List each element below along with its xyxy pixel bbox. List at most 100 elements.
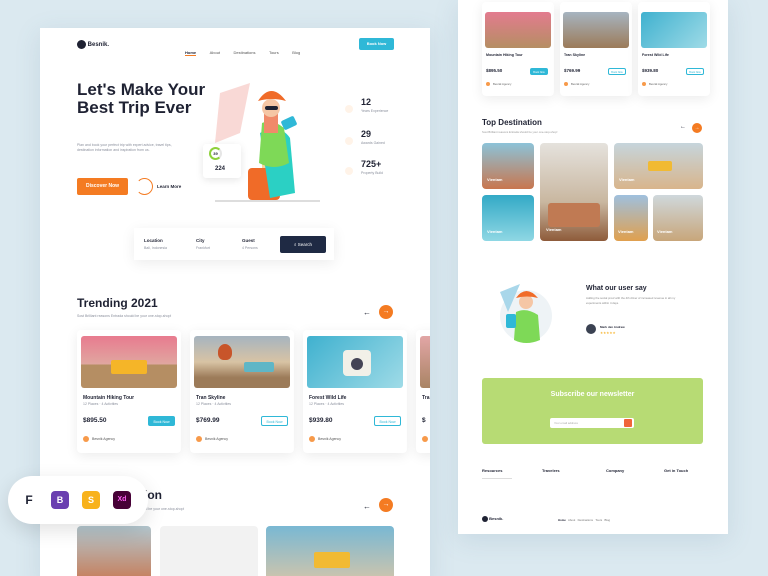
trip-name: Forest Wild Life <box>642 53 669 57</box>
top-destination-description: Sost Brilliant reasons Entrada should be… <box>482 130 558 134</box>
agency-avatar <box>564 82 568 87</box>
count-value: 224 <box>215 166 226 172</box>
trip-meta: 12 Places · 4 Activities <box>83 402 119 406</box>
destination-card[interactable]: Vientam <box>482 143 534 189</box>
award-icon <box>345 137 353 145</box>
testimonial-quote: Adding the social proof with the 4th dri… <box>586 296 676 305</box>
book-now-button[interactable]: Book Now <box>148 416 175 426</box>
trip-image <box>194 336 290 388</box>
footer-nav-blog[interactable]: Blog <box>605 518 611 522</box>
destination-card[interactable]: Vientam <box>614 143 703 189</box>
testimonial-author: Mark Jan Andrew <box>600 325 625 329</box>
agency-name: Besnik Agency <box>318 436 341 441</box>
destination-card[interactable]: Vientam <box>653 195 703 241</box>
guest-select[interactable]: 4 Persons <box>242 246 258 251</box>
footer-nav: Home About Destinations Tours Blog <box>558 518 610 522</box>
brand-name: Besnik. <box>87 42 110 49</box>
destination-image[interactable] <box>160 526 258 576</box>
footer-nav-about[interactable]: About <box>568 518 575 522</box>
footer-nav-destinations[interactable]: Destinations <box>578 518 593 522</box>
agency-avatar <box>642 82 646 87</box>
stat-years: 12 Years Experience <box>345 97 388 118</box>
book-now-button[interactable]: Book Now <box>359 38 394 50</box>
design-tools-badge: F B S Xd <box>8 476 148 524</box>
trip-card[interactable]: Mountain Hiking Tour 12 Places · 4 Activ… <box>77 330 181 453</box>
avatar <box>586 324 596 334</box>
logo-icon <box>482 516 488 522</box>
brand-logo[interactable]: Besnik. <box>77 40 109 49</box>
trip-card[interactable]: Tran Skyline $769.99 Book Now Besnik Age… <box>560 2 632 96</box>
logo-icon <box>77 40 86 49</box>
book-now-button[interactable]: Book Now <box>261 416 288 426</box>
trip-price: $895.50 <box>83 417 107 424</box>
nav-blog[interactable]: Blog <box>292 50 300 55</box>
play-icon[interactable] <box>136 178 153 195</box>
destination-card[interactable]: Vientam <box>482 195 534 241</box>
hero-description: Plan and book your perfect trip with exp… <box>77 143 172 152</box>
trip-name: Mountain Hiking Tour <box>486 53 523 57</box>
destination-name: Vientam <box>487 229 503 234</box>
trending-title: Trending 2021 <box>77 296 158 310</box>
footer-nav-tours[interactable]: Tours <box>595 518 602 522</box>
trending-description: Sost Brilliant reasons Entrada should be… <box>77 314 172 318</box>
location-select[interactable]: Bali, Indonesia <box>144 246 167 251</box>
search-button-label: Search <box>297 242 313 247</box>
trip-meta: 12 Places · 4 Activities <box>196 402 232 406</box>
agency: Besnik Agency <box>196 436 228 442</box>
agency: Besnik Agency <box>83 436 115 442</box>
hero-title: Let's Make Your Best Trip Ever <box>77 80 206 117</box>
destination-card[interactable]: Vientam <box>614 195 648 241</box>
destination-name: Vientam <box>546 227 562 232</box>
trip-image <box>420 336 430 388</box>
trip-card[interactable]: Tran Skyline 12 Places · 4 Activities $7… <box>190 330 294 453</box>
footer-nav-home[interactable]: Home <box>558 518 566 522</box>
arrow-right-icon[interactable]: → <box>379 498 393 512</box>
nav-home[interactable]: Home <box>185 50 197 56</box>
stat-value: 29 <box>361 129 372 139</box>
discover-now-button[interactable]: Discover Now <box>77 178 128 195</box>
book-now-button[interactable]: Book Now <box>374 416 401 426</box>
book-now-button[interactable]: Book Now <box>686 68 704 75</box>
destination-card[interactable]: Vientam <box>540 143 608 241</box>
arrow-right-icon[interactable]: → <box>379 305 393 319</box>
footer-heading: Get in Touch <box>664 468 689 473</box>
trip-card-partial[interactable]: Tra $ Be <box>416 330 430 453</box>
city-select[interactable]: Frankfurt <box>196 246 210 251</box>
trip-card[interactable]: Forest Wild Life 12 Places · 4 Activitie… <box>303 330 407 453</box>
agency-name: Besnik Agency <box>649 82 668 86</box>
arrow-left-icon[interactable]: ← <box>363 502 371 511</box>
arrow-left-icon[interactable]: ← <box>680 124 686 130</box>
nav-destinations[interactable]: Destinations <box>233 50 255 55</box>
trip-card[interactable]: Forest Wild Life $939.80 Book Now Besnik… <box>638 2 710 96</box>
rating-widget: 39 224 <box>203 144 241 178</box>
stat-label: Years Experience <box>361 109 389 113</box>
destination-image[interactable] <box>77 526 151 576</box>
learn-more-link[interactable]: Learn More <box>157 184 181 189</box>
destination-name: Vientam <box>487 177 503 182</box>
location-label: Location <box>144 238 163 243</box>
trip-name: Forest Wild Life <box>309 395 347 401</box>
adobe-xd-icon: Xd <box>113 491 131 509</box>
figma-icon: F <box>25 493 33 507</box>
footer-brand[interactable]: Besnik. <box>482 516 503 522</box>
send-icon[interactable] <box>624 419 632 427</box>
search-button[interactable]: ⌕ Search <box>280 236 326 253</box>
trip-price: $769.99 <box>196 417 220 424</box>
nav-about[interactable]: About <box>210 50 220 55</box>
arrow-left-icon[interactable]: ← <box>363 308 371 317</box>
agency: Besnik Agency <box>486 82 511 87</box>
star-rating-icon: ★★★★★ <box>600 331 616 335</box>
book-now-button[interactable]: Book Now <box>530 68 548 75</box>
stat-label: Property Build <box>361 171 383 175</box>
trip-card[interactable]: Mountain Hiking Tour $895.50 Book Now Be… <box>482 2 554 96</box>
agency-avatar <box>486 82 490 87</box>
destination-image[interactable] <box>266 526 394 576</box>
book-now-button[interactable]: Book Now <box>608 68 626 75</box>
agency-name: Besnik Agency <box>92 436 115 441</box>
newsletter-email-input[interactable]: Your email address <box>550 418 634 428</box>
arrow-right-icon[interactable]: → <box>692 123 702 133</box>
trip-price: $939.80 <box>309 417 333 424</box>
testimonial-title: What our user say <box>586 285 647 292</box>
nav-tours[interactable]: Tours <box>269 50 279 55</box>
testimonial-image <box>498 282 554 346</box>
